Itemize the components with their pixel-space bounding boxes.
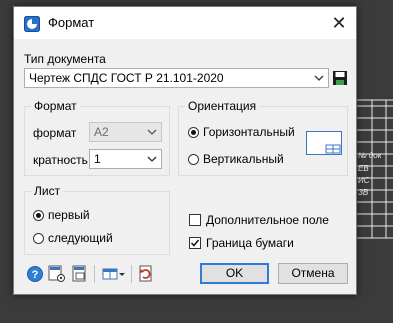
format-value: A2 bbox=[94, 125, 109, 139]
format-label: формат bbox=[33, 126, 77, 140]
app-icon bbox=[24, 16, 40, 32]
bg-cell-doc: № док bbox=[358, 151, 382, 160]
multiplicity-value: 1 bbox=[94, 152, 101, 166]
sheet-group: Лист bbox=[24, 184, 170, 255]
landscape-sheet-icon bbox=[306, 131, 342, 155]
help-icon[interactable]: ? bbox=[26, 265, 44, 283]
title-bar: Формат ✕ bbox=[14, 7, 356, 39]
svg-text:?: ? bbox=[32, 269, 39, 281]
checkmark-icon bbox=[190, 239, 200, 247]
extra-field-checkbox[interactable]: Дополнительное поле bbox=[189, 213, 329, 227]
radio-dot bbox=[33, 232, 44, 244]
sheet-next-label: следующий bbox=[48, 231, 113, 245]
checkbox-box bbox=[189, 237, 201, 249]
title-block-dropdown-icon[interactable] bbox=[102, 265, 126, 283]
refresh-sheet-icon[interactable] bbox=[137, 265, 155, 283]
checkbox-box bbox=[189, 214, 201, 226]
toolbar-separator bbox=[94, 265, 95, 283]
format-group-title: Формат bbox=[31, 99, 80, 113]
print-sheet-icon[interactable] bbox=[71, 265, 89, 283]
extra-field-label: Дополнительное поле bbox=[206, 213, 329, 227]
radio-dot bbox=[33, 209, 44, 221]
doc-type-label: Тип документа bbox=[24, 52, 106, 66]
orientation-vertical-radio[interactable]: Вертикальный bbox=[188, 152, 284, 166]
doc-type-value: Чертеж СПДС ГОСТ Р 21.101-2020 bbox=[29, 71, 224, 85]
paper-border-checkbox[interactable]: Граница бумаги bbox=[189, 236, 294, 250]
bg-cell-zv: ЗВ bbox=[358, 188, 369, 197]
format-select[interactable]: A2 bbox=[89, 122, 162, 142]
radio-dot bbox=[188, 126, 199, 138]
bg-cell-is: ИС bbox=[358, 176, 370, 185]
sheet-first-radio[interactable]: первый bbox=[33, 208, 90, 222]
sheet-group-title: Лист bbox=[31, 184, 64, 198]
radio-dot bbox=[188, 153, 199, 165]
background-drawing: № док ЕВ ИС ЗВ bbox=[352, 92, 393, 252]
cancel-button[interactable]: Отмена bbox=[278, 263, 348, 284]
dialog-title: Формат bbox=[48, 15, 95, 30]
ok-button[interactable]: OK bbox=[200, 263, 269, 284]
toolbar-separator bbox=[131, 265, 132, 283]
bg-cell-ev: ЕВ bbox=[358, 164, 369, 173]
doc-type-select[interactable]: Чертеж СПДС ГОСТ Р 21.101-2020 bbox=[24, 68, 329, 88]
orientation-horizontal-radio[interactable]: Горизонтальный bbox=[188, 125, 295, 139]
chevron-down-icon bbox=[147, 156, 157, 162]
orientation-horizontal-label: Горизонтальный bbox=[203, 125, 295, 139]
close-button[interactable]: ✕ bbox=[322, 7, 356, 39]
orientation-vertical-label: Вертикальный bbox=[203, 152, 284, 166]
orientation-group-title: Ориентация bbox=[185, 99, 260, 113]
sheet-next-radio[interactable]: следующий bbox=[33, 231, 113, 245]
sheet-first-label: первый bbox=[48, 208, 90, 222]
chevron-down-icon bbox=[147, 129, 157, 135]
save-icon[interactable] bbox=[332, 70, 348, 86]
paper-border-label: Граница бумаги bbox=[206, 236, 294, 250]
close-icon: ✕ bbox=[331, 12, 347, 33]
multiplicity-label: кратность bbox=[33, 153, 88, 167]
format-dialog: Формат ✕ Тип документа Чертеж СПДС ГОСТ … bbox=[13, 6, 357, 295]
chevron-down-icon bbox=[314, 75, 324, 81]
sheet-settings-icon[interactable] bbox=[48, 265, 66, 283]
multiplicity-select[interactable]: 1 bbox=[89, 149, 162, 169]
